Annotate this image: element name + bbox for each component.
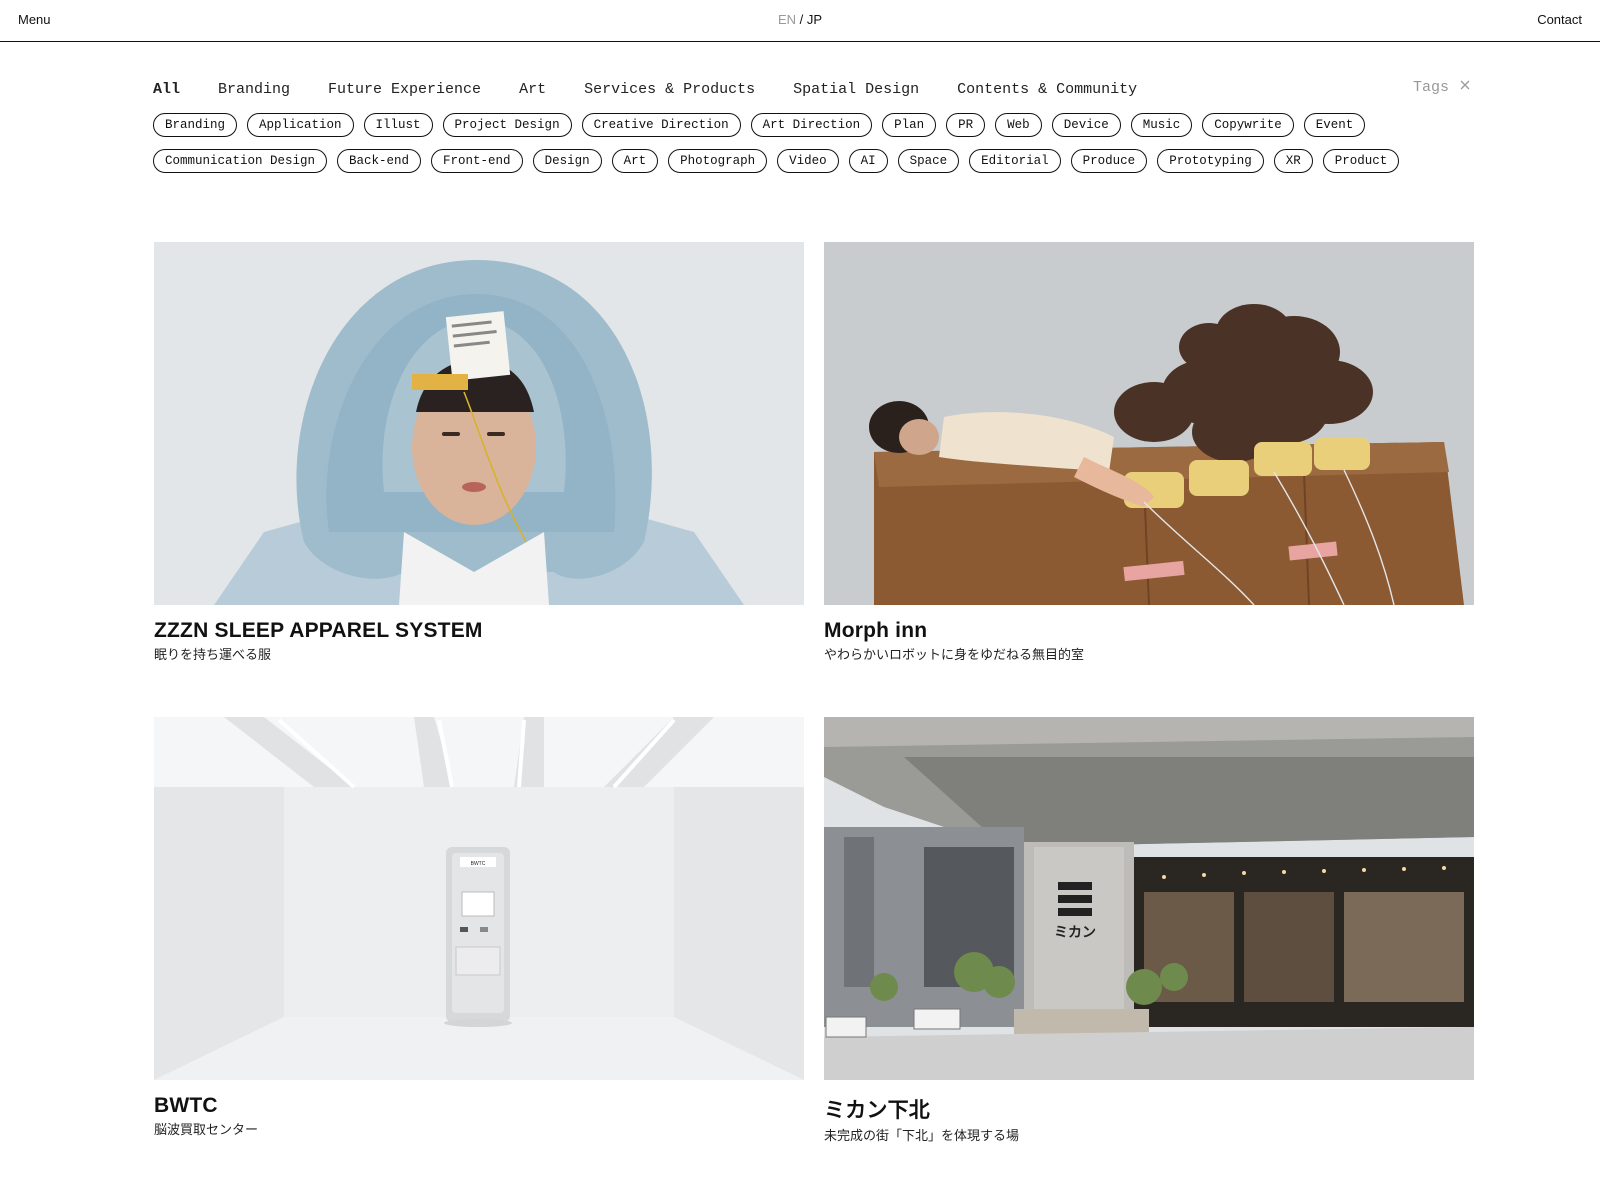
lang-en-link[interactable]: EN [778, 12, 796, 27]
tag-chip[interactable]: Communication Design [153, 149, 328, 173]
tag-chip[interactable]: Front-end [431, 149, 523, 173]
tags-label: Tags [1412, 79, 1449, 96]
project-subtitle: やわらかいロボットに身をゆだねる無目的室 [824, 647, 1085, 662]
tag-chip[interactable]: Product [1322, 149, 1400, 173]
category-contents-community[interactable]: Contents & Community [957, 81, 1137, 98]
tag-chip[interactable]: Design [532, 149, 602, 173]
bwtc-screen-label: BWTC [471, 861, 486, 867]
project-card-zzzn[interactable]: ZZZN SLEEP APPAREL SYSTEM 眠りを持ち運べる服 [154, 242, 804, 663]
tag-chip[interactable]: Art Direction [750, 113, 873, 137]
category-all[interactable]: All [153, 81, 180, 98]
category-branding[interactable]: Branding [218, 81, 290, 98]
tag-list-row-2: Communication Design Back-end Front-end … [153, 149, 1409, 173]
tag-chip[interactable]: Illust [363, 113, 433, 137]
tag-chip[interactable]: Device [1051, 113, 1121, 137]
project-subtitle: 未完成の街「下北」を体現する場 [824, 1128, 1020, 1143]
project-subtitle: 脳波買取センター [154, 1122, 259, 1137]
tag-chip[interactable]: Project Design [442, 113, 572, 137]
project-image-morph-inn[interactable] [824, 242, 1474, 605]
tag-chip[interactable]: Branding [153, 113, 238, 137]
tag-chip[interactable]: Art [611, 149, 659, 173]
project-title[interactable]: Morph inn [824, 619, 1474, 643]
category-art[interactable]: Art [519, 81, 546, 98]
mikan-sign-label: ミカン [1054, 925, 1096, 941]
tag-chip[interactable]: Plan [882, 113, 937, 137]
project-image-zzzn[interactable] [154, 242, 804, 605]
project-title[interactable]: ZZZN SLEEP APPAREL SYSTEM [154, 619, 804, 643]
project-subtitle: 眠りを持ち運べる服 [154, 647, 272, 662]
tag-chip[interactable]: Editorial [969, 149, 1061, 173]
tag-chip[interactable]: AI [848, 149, 888, 173]
tag-chip[interactable]: Application [247, 113, 354, 137]
contact-link[interactable]: Contact [1537, 12, 1582, 27]
tag-chip[interactable]: Space [897, 149, 960, 173]
project-card-bwtc[interactable]: BWTC BWTC 脳波買取センター [154, 717, 804, 1138]
tag-chip[interactable]: Photograph [668, 149, 768, 173]
close-icon[interactable] [1458, 79, 1470, 96]
tag-chip[interactable]: Creative Direction [581, 113, 741, 137]
category-future-experience[interactable]: Future Experience [328, 81, 481, 98]
project-card-morph-inn[interactable]: Morph inn やわらかいロボットに身をゆだねる無目的室 [824, 242, 1474, 663]
tag-chip[interactable]: Music [1130, 113, 1193, 137]
tag-chip[interactable]: XR [1273, 149, 1313, 173]
project-title[interactable]: ミカン下北 [824, 1094, 1474, 1124]
tag-chip[interactable]: Prototyping [1157, 149, 1264, 173]
tag-chip[interactable]: Web [995, 113, 1042, 137]
tag-chip[interactable]: Event [1303, 113, 1366, 137]
tag-chip[interactable]: Produce [1070, 149, 1148, 173]
project-image-mikan-shimokita[interactable]: ミカン [824, 717, 1474, 1080]
project-image-bwtc[interactable]: BWTC [154, 717, 804, 1080]
tag-list-row-1: Branding Application Illust Project Desi… [153, 113, 1375, 137]
tag-chip[interactable]: PR [946, 113, 986, 137]
category-services-products[interactable]: Services & Products [584, 81, 755, 98]
tags-toggle[interactable]: Tags [1413, 79, 1470, 96]
tag-chip[interactable]: Copywrite [1202, 113, 1294, 137]
project-card-mikan-shimokita[interactable]: ミカン ミカン下北 未完成の街「下北」を体現する場 [824, 717, 1474, 1144]
lang-jp-link[interactable]: JP [807, 12, 822, 27]
category-spatial-design[interactable]: Spatial Design [793, 81, 919, 98]
tag-chip[interactable]: Back-end [337, 149, 422, 173]
site-header: Menu EN / JP Contact [0, 0, 1600, 42]
project-title[interactable]: BWTC [154, 1094, 804, 1118]
language-switcher: EN / JP [0, 12, 1600, 27]
tag-chip[interactable]: Video [777, 149, 839, 173]
category-filter: All Branding Future Experience Art Servi… [153, 78, 1175, 100]
lang-separator: / [799, 12, 804, 27]
